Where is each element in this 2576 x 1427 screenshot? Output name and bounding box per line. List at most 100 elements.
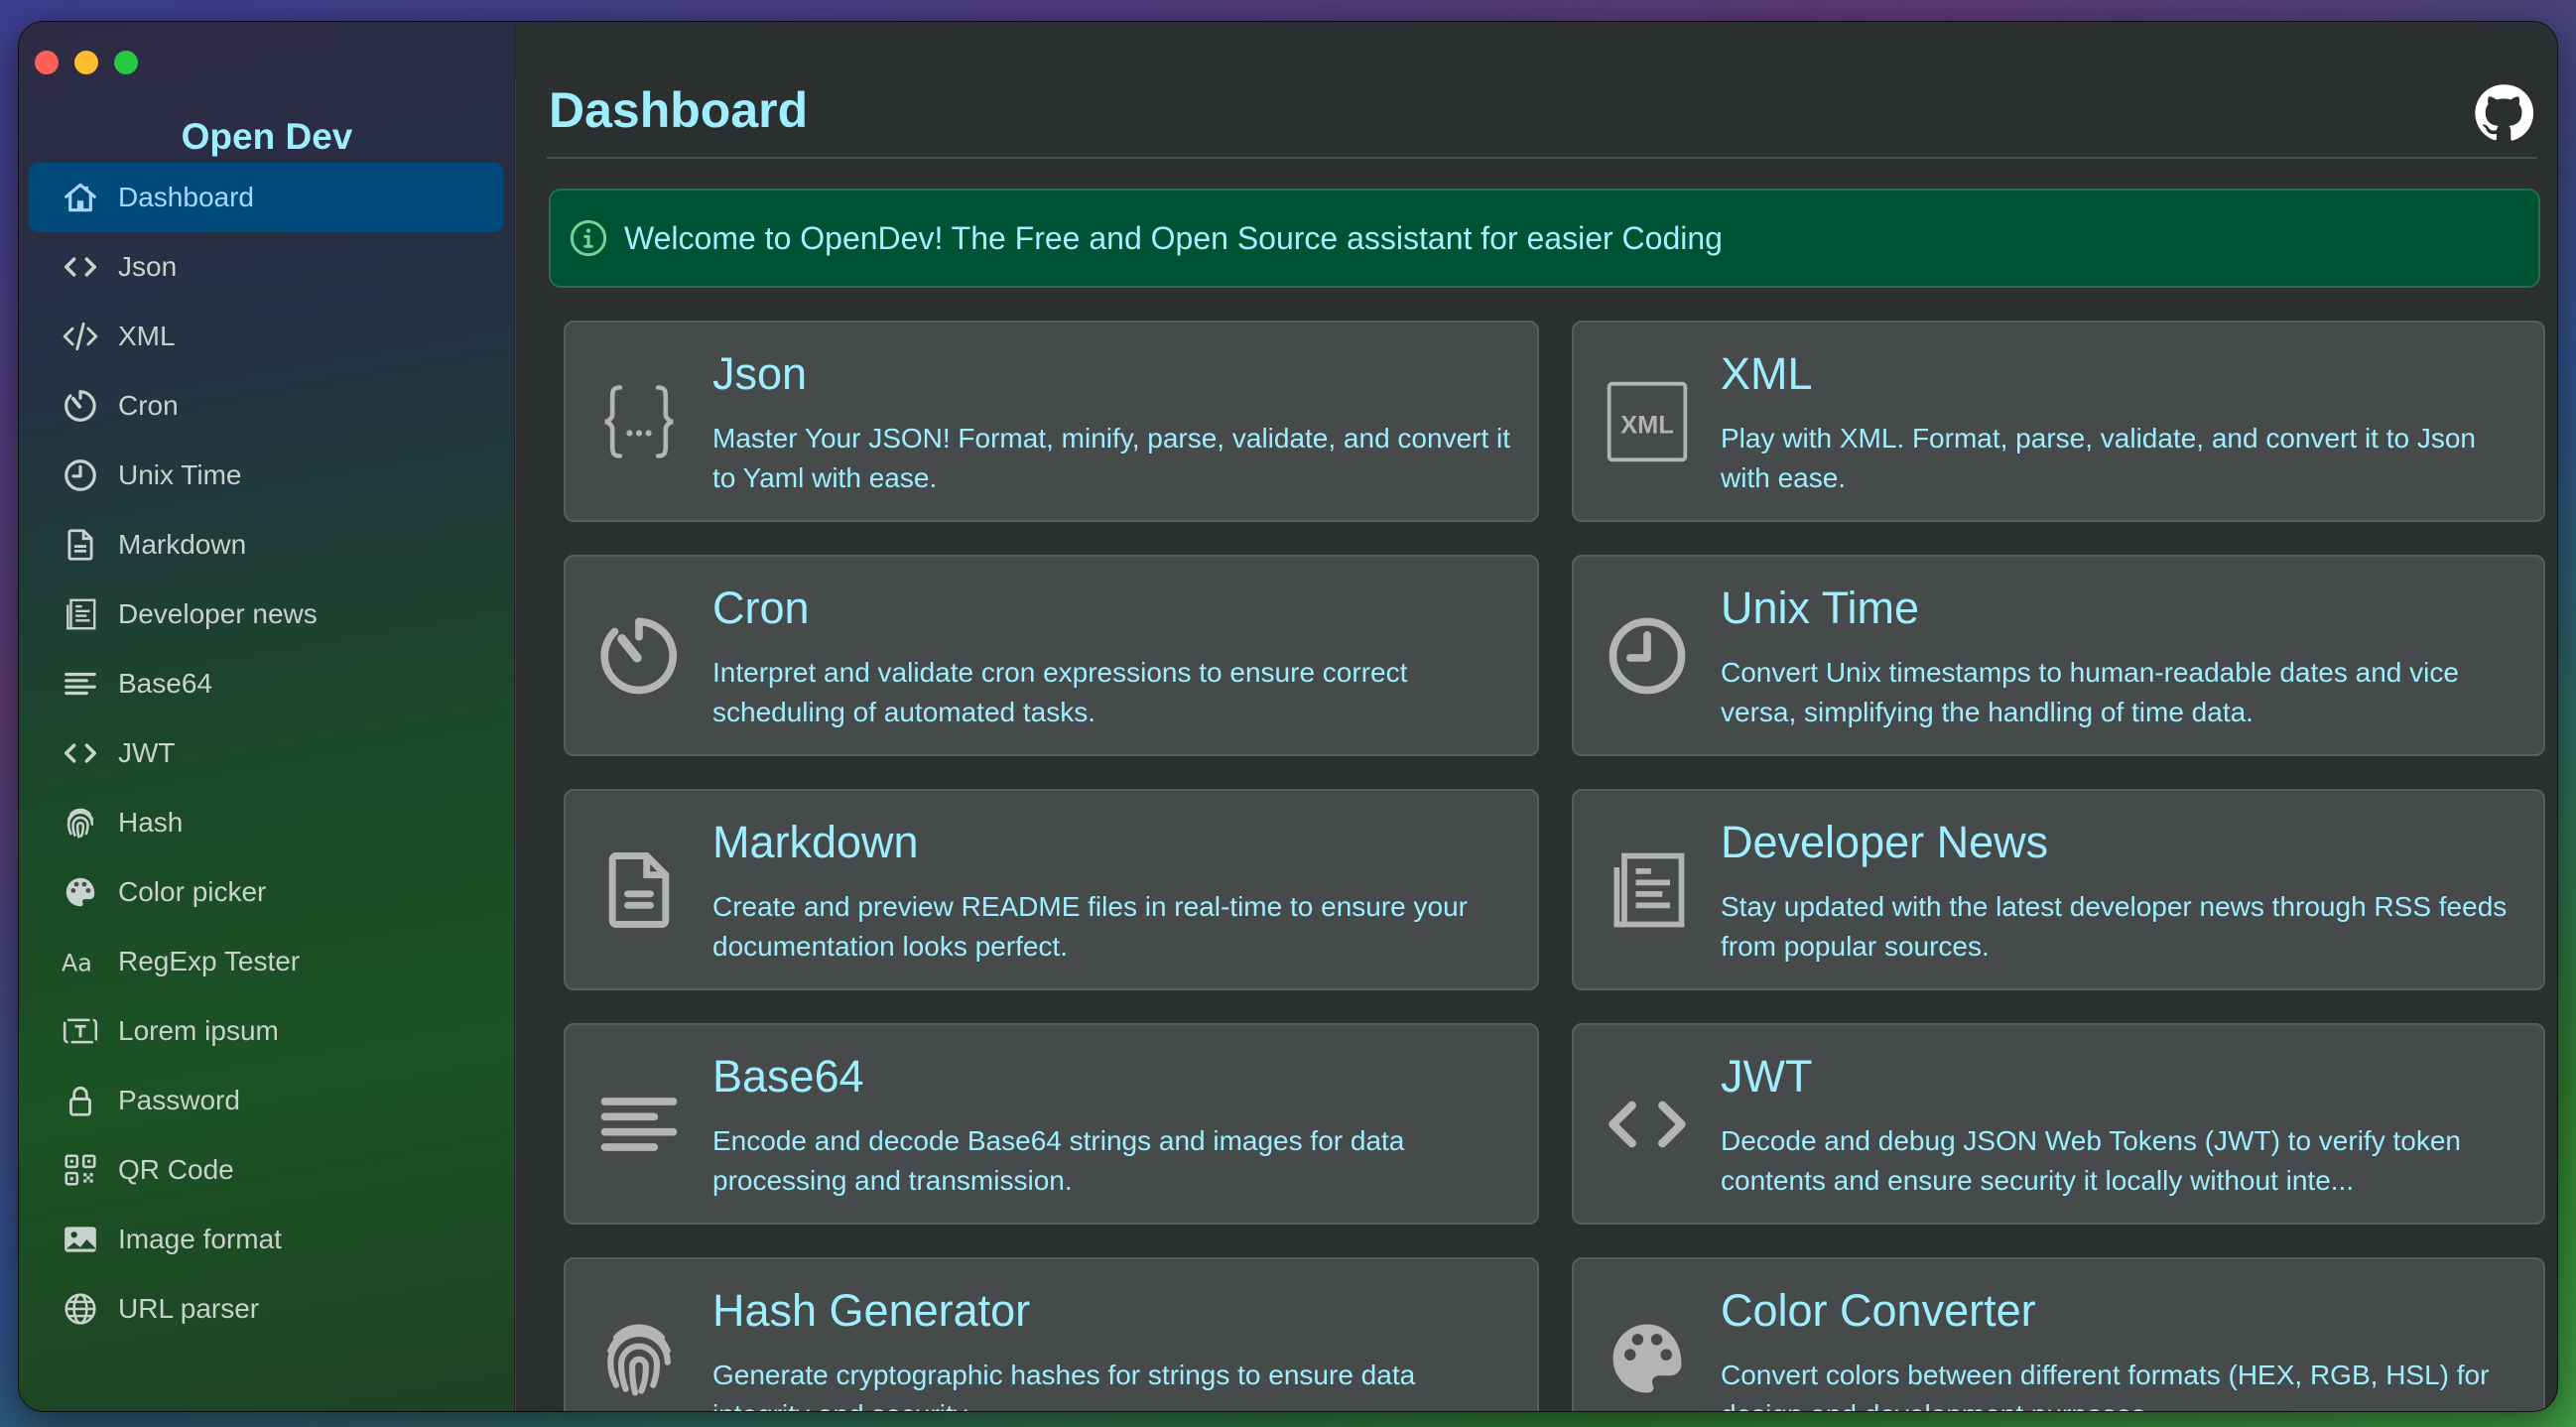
sidebar-item-label: QR Code — [118, 1154, 234, 1185]
sidebar-item-lorem-ipsum[interactable]: Lorem ipsum — [29, 996, 503, 1066]
code-brackets-icon — [61, 247, 100, 287]
timer-icon — [593, 608, 685, 704]
close-window-button[interactable] — [35, 51, 59, 74]
info-icon — [569, 218, 608, 258]
code-brackets-icon — [61, 733, 100, 773]
tool-card-developer-news[interactable]: Developer News Stay updated with the lat… — [1572, 789, 2545, 990]
tool-card-base64[interactable]: Base64 Encode and decode Base64 strings … — [564, 1023, 1539, 1225]
sidebar-item-label: Hash — [118, 807, 184, 838]
tool-card-hash-generator[interactable]: Hash Generator Generate cryptographic ha… — [564, 1257, 1539, 1411]
card-title: Color Converter — [1721, 1285, 2036, 1336]
sidebar-item-label: URL parser — [118, 1293, 260, 1324]
card-title: XML — [1721, 348, 1813, 399]
sidebar-item-dashboard[interactable]: Dashboard — [29, 163, 503, 232]
card-description: Stay updated with the latest developer n… — [1721, 891, 2508, 962]
sidebar-nav: Dashboard Json XML Cron Unix Time Markdo… — [29, 163, 503, 1344]
tool-card-unix-time[interactable]: Unix Time Convert Unix timestamps to hum… — [1572, 555, 2545, 756]
sidebar-item-label: Image format — [118, 1224, 282, 1254]
text-box-icon — [61, 1011, 100, 1051]
card-title: Unix Time — [1721, 583, 1920, 633]
sidebar-item-label: Password — [118, 1085, 240, 1115]
card-description: Master Your JSON! Format, minify, parse,… — [712, 423, 1511, 493]
sidebar-item-markdown[interactable]: Markdown — [29, 510, 503, 580]
app-title: Open Dev — [181, 116, 353, 157]
clock-icon — [61, 455, 100, 495]
newspaper-icon — [61, 594, 100, 634]
tool-card-cron[interactable]: Cron Interpret and validate cron express… — [564, 555, 1539, 756]
palette-icon — [61, 872, 100, 912]
globe-icon — [61, 1289, 100, 1329]
sidebar-item-label: Cron — [118, 390, 179, 421]
sidebar-item-qr-code[interactable]: QR Code — [29, 1135, 503, 1205]
tool-card-color-converter[interactable]: Color Converter Convert colors between d… — [1572, 1257, 2545, 1411]
clock-icon — [1602, 608, 1693, 704]
lock-icon — [61, 1081, 100, 1120]
qr-code-icon — [61, 1150, 100, 1190]
card-title: Cron — [712, 583, 810, 633]
sidebar-item-unix-time[interactable]: Unix Time — [29, 441, 503, 510]
sidebar-item-color-picker[interactable]: Color picker — [29, 857, 503, 927]
window-controls — [35, 51, 138, 74]
card-description: Generate cryptographic hashes for string… — [712, 1360, 1416, 1411]
timer-icon — [61, 386, 100, 426]
tool-card-markdown[interactable]: Markdown Create and preview README files… — [564, 789, 1539, 990]
page-title: Dashboard — [549, 82, 809, 138]
sidebar-item-cron[interactable]: Cron — [29, 371, 503, 441]
sidebar-item-label: JWT — [118, 737, 176, 768]
newspaper-icon — [1602, 843, 1693, 938]
sidebar-item-jwt[interactable]: JWT — [29, 718, 503, 788]
sidebar: Open Dev Dashboard Json XML Cron Unix Ti… — [19, 22, 515, 1411]
xml-file-icon — [1602, 374, 1693, 469]
tool-cards-grid: Json Master Your JSON! Format, minify, p… — [564, 321, 2545, 1411]
sidebar-item-label: Json — [118, 251, 178, 282]
sidebar-item-base64[interactable]: Base64 — [29, 649, 503, 718]
sidebar-item-regexp-tester[interactable]: RegExp Tester — [29, 927, 503, 996]
fingerprint-icon — [593, 1311, 685, 1406]
card-description: Convert Unix timestamps to human-readabl… — [1721, 657, 2459, 727]
header-divider — [547, 157, 2537, 159]
welcome-banner: Welcome to OpenDev! The Free and Open So… — [549, 189, 2540, 288]
github-icon[interactable] — [2474, 83, 2533, 143]
document-icon — [593, 843, 685, 938]
text-lines-icon — [61, 664, 100, 704]
welcome-banner-text: Welcome to OpenDev! The Free and Open So… — [624, 219, 1723, 256]
card-title: Markdown — [712, 817, 919, 867]
tool-card-jwt[interactable]: JWT Decode and debug JSON Web Tokens (JW… — [1572, 1023, 2545, 1225]
image-icon — [61, 1220, 100, 1259]
tool-card-json[interactable]: Json Master Your JSON! Format, minify, p… — [564, 321, 1539, 522]
fingerprint-icon — [61, 803, 100, 843]
sidebar-item-label: Base64 — [118, 668, 212, 699]
card-title: Hash Generator — [712, 1285, 1031, 1336]
sidebar-item-label: Dashboard — [118, 182, 254, 212]
sidebar-item-label: RegExp Tester — [118, 946, 301, 976]
sidebar-item-xml[interactable]: XML — [29, 302, 503, 371]
sidebar-item-label: Lorem ipsum — [118, 1015, 279, 1046]
maximize-window-button[interactable] — [114, 51, 138, 74]
sidebar-item-hash[interactable]: Hash — [29, 788, 503, 857]
sidebar-item-label: Markdown — [118, 529, 247, 560]
card-title: Developer News — [1721, 817, 2049, 867]
palette-icon — [1602, 1311, 1693, 1406]
document-icon — [61, 525, 100, 565]
card-description: Encode and decode Base64 strings and ima… — [712, 1125, 1405, 1196]
card-description: Decode and debug JSON Web Tokens (JWT) t… — [1721, 1125, 2461, 1196]
sidebar-item-label: Color picker — [118, 876, 267, 907]
text-aa-icon — [61, 942, 100, 981]
sidebar-item-url-parser[interactable]: URL parser — [29, 1274, 503, 1344]
sidebar-item-developer-news[interactable]: Developer news — [29, 580, 503, 649]
card-description: Interpret and validate cron expressions … — [712, 657, 1408, 727]
card-description: Convert colors between different formats… — [1721, 1360, 2490, 1411]
minimize-window-button[interactable] — [74, 51, 98, 74]
code-brackets-icon — [1602, 1077, 1693, 1172]
sidebar-item-label: XML — [118, 321, 176, 351]
sidebar-item-json[interactable]: Json — [29, 232, 503, 302]
card-description: Play with XML. Format, parse, validate, … — [1721, 423, 2477, 493]
sidebar-item-label: Unix Time — [118, 459, 242, 490]
home-icon — [61, 178, 100, 217]
sidebar-item-password[interactable]: Password — [29, 1066, 503, 1135]
tool-card-xml[interactable]: XML Play with XML. Format, parse, valida… — [1572, 321, 2545, 522]
sidebar-item-image-format[interactable]: Image format — [29, 1205, 503, 1274]
card-description: Create and preview README files in real-… — [712, 891, 1468, 962]
card-title: Base64 — [712, 1051, 864, 1102]
app-window: Open Dev Dashboard Json XML Cron Unix Ti… — [18, 21, 2558, 1412]
